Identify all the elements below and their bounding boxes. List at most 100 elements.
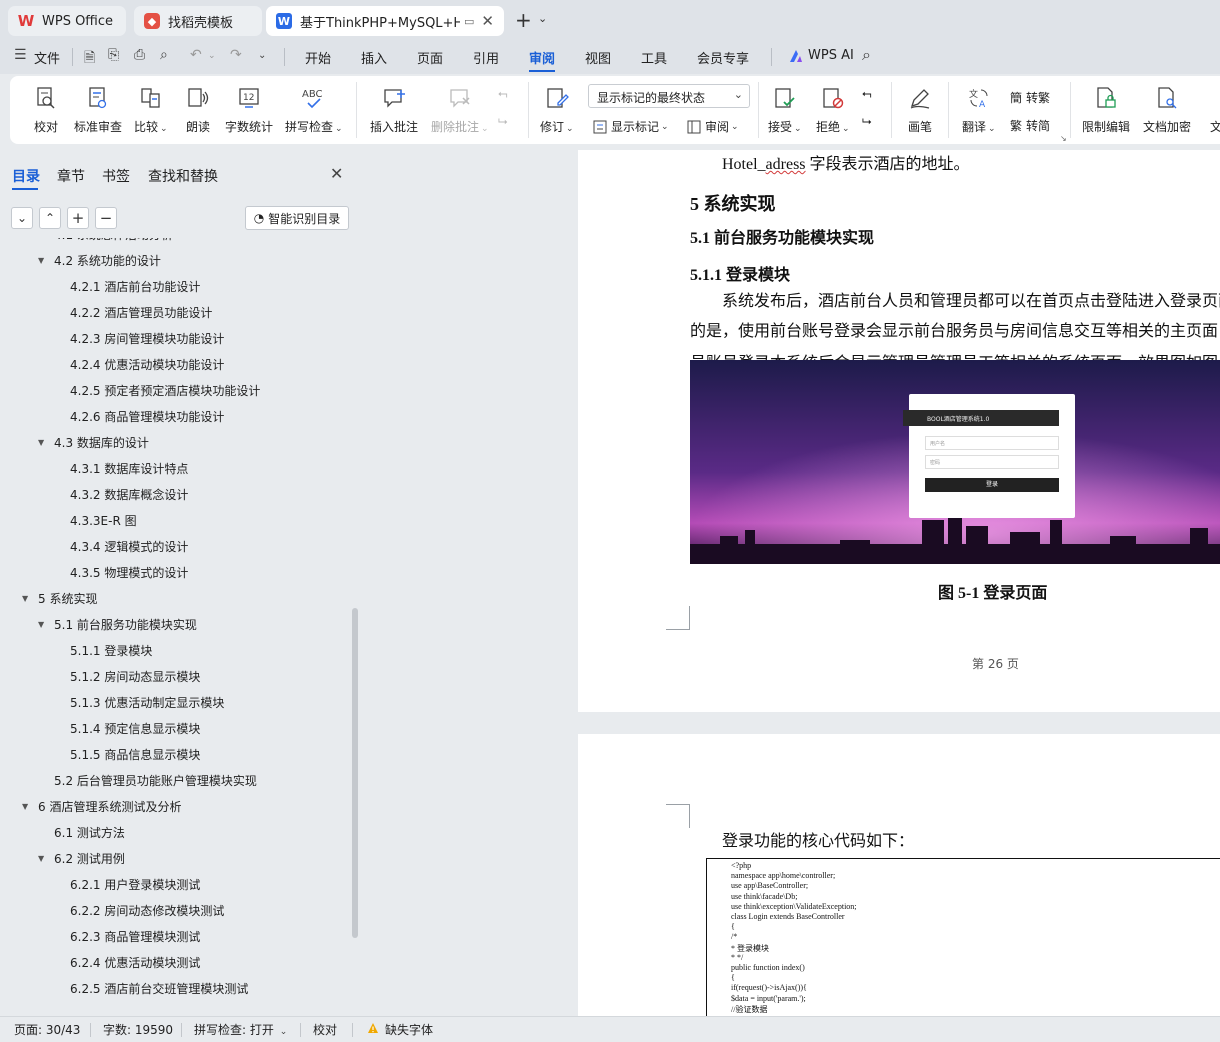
document-page[interactable]: 登录功能的核心代码如下： <?php namespace app\home\con… bbox=[578, 734, 1220, 1016]
toc-item[interactable]: 4.3.4 逻辑模式的设计 bbox=[70, 536, 188, 556]
toc-item[interactable]: ▼ 4.3 数据库的设计 bbox=[38, 432, 149, 452]
print-icon[interactable]: ⎙ bbox=[134, 47, 145, 63]
next-change-icon[interactable]: ⮡ bbox=[862, 114, 872, 129]
restrict-edit-button[interactable]: 限制编辑 bbox=[1082, 84, 1130, 135]
nav-tab-chapters[interactable]: 章节 bbox=[57, 166, 85, 186]
markup-view-select[interactable]: 显示标记的最终状态 ⌄ bbox=[588, 84, 750, 108]
expand-toggle-icon[interactable]: ▼ bbox=[22, 594, 34, 603]
nav-tab-bookmarks[interactable]: 书签 bbox=[102, 166, 130, 186]
nav-tab-toc[interactable]: 目录 bbox=[12, 166, 40, 186]
menu-wps-ai[interactable]: WPS AI bbox=[808, 48, 854, 63]
toc-scrollbar[interactable] bbox=[352, 608, 358, 938]
menu-insert[interactable]: 插入 bbox=[361, 48, 387, 67]
toc-item[interactable]: 5.1.4 预定信息显示模块 bbox=[70, 718, 200, 738]
toc-item[interactable]: ▼ 5.1 前台服务功能模块实现 bbox=[38, 614, 197, 634]
undo-dropdown-icon[interactable]: ⌄ bbox=[208, 51, 216, 61]
toc-item[interactable]: 6.2.4 优惠活动模块测试 bbox=[70, 952, 200, 972]
expand-all-chevron-down-icon[interactable]: ⌄ bbox=[11, 207, 33, 229]
standard-review-button[interactable]: 标准审查 bbox=[74, 84, 122, 135]
page-indicator[interactable]: 页面: 30/43 bbox=[14, 1021, 80, 1038]
word-count-status[interactable]: 字数: 19590 bbox=[103, 1021, 173, 1038]
menu-member[interactable]: 会员专享 bbox=[697, 48, 749, 67]
menu-start[interactable]: 开始 bbox=[305, 48, 331, 67]
expand-toggle-icon[interactable]: ▼ bbox=[38, 854, 50, 863]
spell-check-status[interactable]: 拼写检查: 打开 ⌄ bbox=[194, 1021, 287, 1038]
translate-button[interactable]: 文A 翻译 ⌄ bbox=[962, 84, 996, 135]
toc-item[interactable]: 6.2.3 商品管理模块测试 bbox=[70, 926, 200, 946]
nav-tab-find-replace[interactable]: 查找和替换 bbox=[148, 166, 218, 186]
window-icon[interactable]: ▭ bbox=[464, 15, 474, 28]
previous-change-icon[interactable]: ⮢ bbox=[862, 86, 872, 101]
more-chevron-icon[interactable]: ⌄ bbox=[258, 50, 266, 61]
toc-item[interactable]: 5.1.2 房间动态显示模块 bbox=[70, 666, 200, 686]
menu-file[interactable]: 文件 bbox=[34, 48, 60, 67]
word-count-button[interactable]: 12 字数统计 bbox=[225, 84, 273, 135]
to-traditional-button[interactable]: 簡转繁 bbox=[1010, 89, 1050, 106]
smart-toc-button[interactable]: ◔ 智能识别目录 bbox=[245, 206, 349, 230]
login-page-figure[interactable]: BOOL酒店管理系统1.0 用户名 密码 登录 bbox=[690, 360, 1220, 564]
toc-item[interactable]: 6.2.1 用户登录模块测试 bbox=[70, 874, 200, 894]
tab-wps-office[interactable]: W WPS Office bbox=[8, 6, 126, 36]
expand-toggle-icon[interactable]: ▼ bbox=[38, 438, 50, 447]
toc-item[interactable]: 5.2 后台管理员功能账户管理模块实现 bbox=[54, 770, 257, 790]
toc-item[interactable]: ▼ 6.2 测试用例 bbox=[38, 848, 125, 868]
toc-item[interactable]: 4.1 系统总体活动分析 bbox=[54, 238, 173, 244]
toc-item[interactable]: 4.2.6 商品管理模块功能设计 bbox=[70, 406, 224, 426]
toc-item[interactable]: 4.2.2 酒店管理员功能设计 bbox=[70, 302, 212, 322]
toc-item[interactable]: 4.2.1 酒店前台功能设计 bbox=[70, 276, 200, 296]
toc-item[interactable]: 4.2.5 预定者预定酒店模块功能设计 bbox=[70, 380, 260, 400]
review-pane-button[interactable]: 审阅 ⌄ bbox=[687, 118, 739, 135]
save-icon[interactable]: 🗎 bbox=[84, 47, 95, 71]
toc-item[interactable]: 5.1.3 优惠活动制定显示模块 bbox=[70, 692, 224, 712]
toc-item[interactable]: 4.3.1 数据库设计特点 bbox=[70, 458, 188, 478]
search-icon[interactable]: ⌕ bbox=[862, 45, 871, 65]
accept-button[interactable]: 接受 ⌄ bbox=[768, 84, 802, 135]
menu-references[interactable]: 引用 bbox=[473, 48, 499, 67]
close-icon[interactable]: ✕ bbox=[330, 164, 343, 183]
to-simplified-button[interactable]: 繁转简 bbox=[1010, 117, 1050, 134]
expand-toggle-icon[interactable]: ▼ bbox=[38, 620, 50, 629]
new-tab-plus-icon[interactable]: + bbox=[515, 8, 532, 32]
next-comment-icon[interactable]: ⮡ bbox=[498, 114, 508, 129]
menu-tools[interactable]: 工具 bbox=[641, 48, 667, 67]
insert-comment-button[interactable]: 插入批注 bbox=[370, 84, 418, 135]
toc-item[interactable]: 6.2.2 房间动态修改模块测试 bbox=[70, 900, 224, 920]
menu-review[interactable]: 审阅 bbox=[529, 48, 555, 67]
expand-toggle-icon[interactable]: ▼ bbox=[22, 802, 34, 811]
spell-check-button[interactable]: ABC 拼写检查 ⌄ bbox=[285, 84, 343, 135]
read-aloud-button[interactable]: 朗读 bbox=[184, 84, 212, 135]
toc-item[interactable]: 4.2.4 优惠活动模块功能设计 bbox=[70, 354, 224, 374]
reject-button[interactable]: 拒绝 ⌄ bbox=[816, 84, 850, 135]
toc-item[interactable]: 4.3.5 物理模式的设计 bbox=[70, 562, 188, 582]
document-more-button[interactable]: 文 bbox=[1202, 84, 1220, 135]
delete-comment-button[interactable]: 删除批注 ⌄ bbox=[431, 84, 489, 135]
compare-button[interactable]: 比较 ⌄ bbox=[134, 84, 168, 135]
tab-template-store[interactable]: ◆ 找稻壳模板 bbox=[134, 6, 262, 36]
collapse-chevron-up-icon[interactable]: ⌃ bbox=[39, 207, 61, 229]
add-heading-plus-icon[interactable]: + bbox=[67, 207, 89, 229]
document-page[interactable]: Hotel_adress 字段表示酒店的地址。 5 系统实现 5.1 前台服务功… bbox=[578, 150, 1220, 712]
proofread-status[interactable]: 校对 bbox=[313, 1021, 337, 1038]
close-tab-icon[interactable]: ✕ bbox=[481, 12, 494, 30]
toc-item[interactable]: 4.3.2 数据库概念设计 bbox=[70, 484, 188, 504]
previous-comment-icon[interactable]: ⮢ bbox=[498, 86, 508, 101]
undo-icon[interactable]: ↶ bbox=[190, 47, 202, 63]
dialog-launcher-icon[interactable]: ↘ bbox=[1060, 134, 1067, 143]
hamburger-icon[interactable]: ☰ bbox=[14, 47, 27, 63]
toc-item[interactable]: 6.2.5 酒店前台交班管理模块测试 bbox=[70, 978, 248, 998]
redo-icon[interactable]: ↷ bbox=[230, 47, 242, 63]
document-canvas[interactable]: Hotel_adress 字段表示酒店的地址。 5 系统实现 5.1 前台服务功… bbox=[362, 150, 1220, 1016]
proofread-button[interactable]: 校对 bbox=[32, 84, 60, 135]
menu-view[interactable]: 视图 bbox=[585, 48, 611, 67]
toc-item[interactable]: 6.1 测试方法 bbox=[54, 822, 125, 842]
toc-item[interactable]: 4.2.3 房间管理模块功能设计 bbox=[70, 328, 224, 348]
expand-toggle-icon[interactable]: ▼ bbox=[38, 256, 50, 265]
show-markup-button[interactable]: 显示标记 ⌄ bbox=[593, 118, 669, 135]
toc-item[interactable]: ▼ 6 酒店管理系统测试及分析 bbox=[22, 796, 181, 816]
ink-button[interactable]: 画笔 bbox=[906, 84, 934, 135]
chevron-down-icon[interactable]: ⌄ bbox=[538, 12, 547, 25]
toc-item[interactable]: 5.1.5 商品信息显示模块 bbox=[70, 744, 200, 764]
doc-encrypt-button[interactable]: 文档加密 bbox=[1143, 84, 1191, 135]
toc-item[interactable]: ▼ 4.2 系统功能的设计 bbox=[38, 250, 161, 270]
export-icon[interactable]: ⎘ bbox=[108, 47, 119, 63]
